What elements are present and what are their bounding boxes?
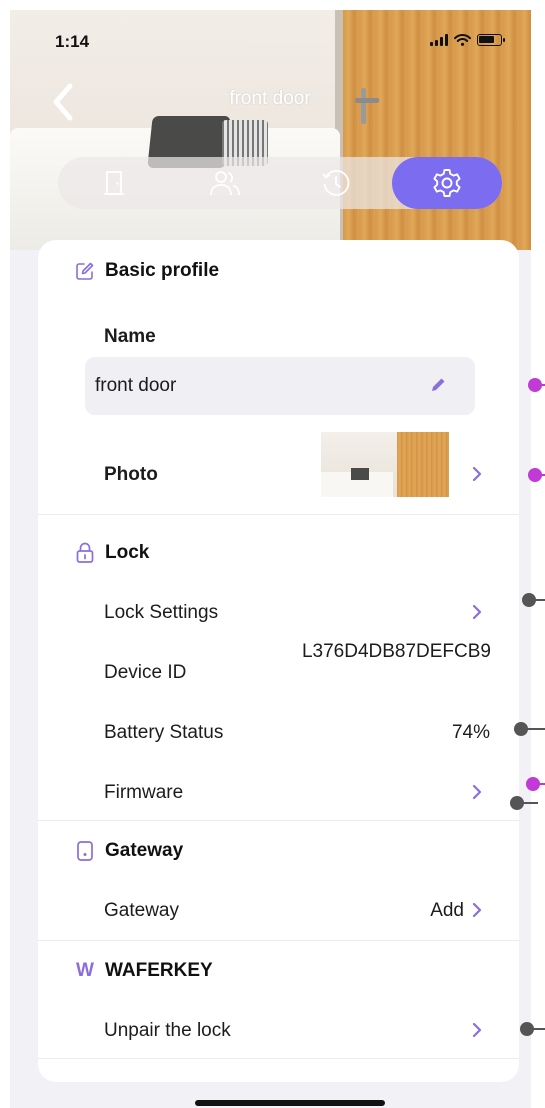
pencil-icon[interactable] — [429, 376, 447, 394]
lock-settings-label[interactable]: Lock Settings — [104, 602, 218, 624]
section-lock-title: Lock — [105, 542, 150, 563]
divider — [38, 940, 519, 941]
page-title: front door — [229, 88, 311, 109]
name-field[interactable]: front door — [85, 357, 475, 415]
edit-square-icon — [76, 262, 94, 280]
gateway-icon — [77, 841, 93, 861]
name-label: Name — [104, 326, 156, 347]
battery-status-label: Battery Status — [104, 722, 224, 743]
status-icons — [430, 34, 505, 46]
lock-icon — [76, 542, 94, 563]
home-indicator — [195, 1100, 385, 1106]
chevron-right-icon[interactable] — [470, 782, 484, 802]
section-gateway-title: Gateway — [105, 840, 184, 861]
battery-status-value: 74% — [451, 722, 490, 743]
tab-settings[interactable] — [392, 157, 502, 209]
phone-screen: 1:14 front door Basic profile Name front… — [10, 10, 531, 1108]
back-button[interactable] — [48, 80, 78, 124]
door-image — [343, 10, 531, 250]
section-waferkey-title: WAFERKEY — [105, 960, 213, 981]
gateway-add-button[interactable]: Add — [430, 900, 464, 922]
status-time: 1:14 — [55, 32, 90, 51]
photo-thumbnail[interactable] — [321, 432, 449, 497]
wifi-icon — [454, 34, 471, 46]
battery-icon — [477, 34, 505, 46]
signal-icon — [430, 34, 448, 46]
section-waferkey: W WAFERKEY — [75, 960, 213, 982]
chevron-left-icon — [53, 83, 73, 121]
device-id-value: L376D4DB87DEFCB9 — [301, 641, 491, 662]
chevron-right-icon[interactable] — [470, 1020, 484, 1040]
tab-history[interactable] — [280, 157, 391, 209]
gateway-label[interactable]: Gateway — [104, 900, 179, 922]
history-icon — [321, 170, 349, 196]
users-icon — [209, 171, 240, 196]
divider — [38, 820, 519, 821]
chevron-right-icon[interactable] — [470, 602, 484, 622]
section-gateway: Gateway — [75, 840, 183, 862]
section-basic-profile: Basic profile — [75, 260, 219, 282]
firmware-label[interactable]: Firmware — [104, 782, 183, 804]
chevron-right-icon[interactable] — [470, 464, 484, 484]
tab-bar — [58, 157, 502, 209]
tab-users[interactable] — [169, 157, 280, 209]
section-lock: Lock — [75, 542, 149, 564]
section-basic-profile-title: Basic profile — [105, 260, 220, 281]
door-icon — [103, 171, 124, 195]
gear-icon — [433, 169, 461, 197]
settings-card: Basic profile Name front door Photo Lock… — [38, 240, 519, 1082]
photo-label: Photo — [104, 464, 158, 485]
divider — [38, 514, 519, 515]
device-id-label: Device ID — [104, 662, 187, 683]
tab-door[interactable] — [58, 157, 169, 209]
name-field-value: front door — [95, 375, 177, 396]
waferkey-logo-icon: W — [76, 960, 94, 981]
unpair-lock-label[interactable]: Unpair the lock — [104, 1020, 231, 1042]
divider — [38, 1058, 519, 1059]
chevron-right-icon[interactable] — [470, 900, 484, 920]
